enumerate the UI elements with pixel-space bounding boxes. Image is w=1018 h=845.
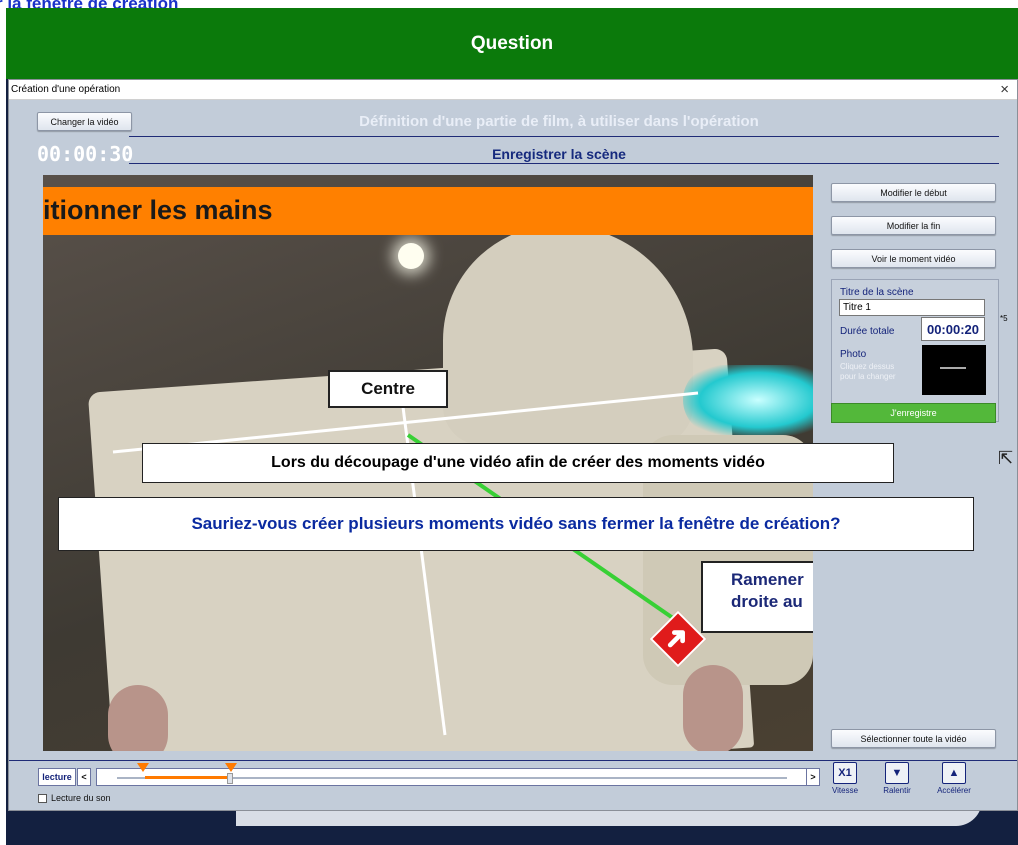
total-duration-label: Durée totale (840, 326, 895, 337)
record-scene-label: Enregistrer la scène (492, 146, 626, 162)
end-marker-icon[interactable] (225, 763, 237, 772)
video-centre-label: Centre (328, 370, 448, 408)
scene-photo-thumbnail[interactable] (922, 345, 986, 395)
previous-frame-button[interactable]: < (77, 768, 91, 786)
photo-hint: Cliquez dessus pour la changer (840, 362, 896, 381)
total-duration-field[interactable]: 00:00:20 (921, 317, 985, 341)
sound-checkbox[interactable] (38, 793, 47, 803)
timeline-selection (145, 776, 231, 779)
dialog-titlebar: Création d'une opération × (9, 80, 1017, 100)
play-button[interactable]: lecture (38, 768, 76, 786)
question-header: Question (6, 8, 1018, 79)
context-statement: Lors du découpage d'une vidéo afin de cr… (142, 443, 894, 483)
asterisk-note: *5 (1000, 314, 1008, 323)
next-frame-button[interactable]: > (806, 768, 820, 786)
question-statement: Sauriez-vous créer plusieurs moments vid… (58, 497, 974, 551)
close-icon[interactable]: × (1000, 81, 1009, 98)
slow-down-control[interactable]: ▼ Ralentir (875, 762, 919, 795)
speed-value: X1 (833, 762, 857, 784)
triangle-down-icon: ▼ (885, 762, 909, 784)
dialog-title: Création d'une opération (11, 84, 121, 95)
change-video-button[interactable]: Changer la vidéo (37, 112, 132, 131)
video-ramener-label: Ramener droite au (701, 561, 813, 633)
select-all-video-button[interactable]: Sélectionner toute la vidéo (831, 729, 996, 748)
slow-down-label: Ralentir (883, 786, 911, 795)
header-divider (129, 136, 999, 137)
sound-toggle[interactable]: Lecture du son (38, 793, 111, 803)
speed-label: Vitesse (831, 786, 859, 795)
timeline-thumb[interactable] (227, 773, 233, 784)
screen: r la fenêtre de création Question Créati… (0, 0, 1018, 845)
modify-end-button[interactable]: Modifier la fin (831, 216, 996, 235)
mouse-cursor-icon: ⇱ (998, 448, 1014, 468)
speed-control[interactable]: X1 Vitesse (823, 762, 867, 795)
view-moment-button[interactable]: Voir le moment vidéo (831, 249, 996, 268)
video-hand-left (108, 685, 168, 751)
speed-up-label: Accélérer (937, 786, 971, 795)
timeline-slider[interactable] (96, 763, 811, 786)
sound-label: Lecture du son (51, 793, 111, 803)
bottom-divider (9, 760, 1017, 761)
video-hand-right (683, 665, 743, 751)
start-marker-icon[interactable] (137, 763, 149, 772)
scene-title-label: Titre de la scène (840, 287, 914, 298)
triangle-up-icon: ▲ (942, 762, 966, 784)
modify-start-button[interactable]: Modifier le début (831, 183, 996, 202)
save-scene-button[interactable]: J'enregistre (831, 403, 996, 423)
photo-label: Photo (840, 349, 867, 360)
timecode: 00:00:30 (37, 142, 134, 166)
scene-title-input[interactable]: Titre 1 (839, 299, 985, 316)
record-divider (129, 163, 999, 164)
speed-up-control[interactable]: ▲ Accélérer (932, 762, 976, 795)
dialog-header-text: Définition d'une partie de film, à utili… (359, 113, 759, 130)
